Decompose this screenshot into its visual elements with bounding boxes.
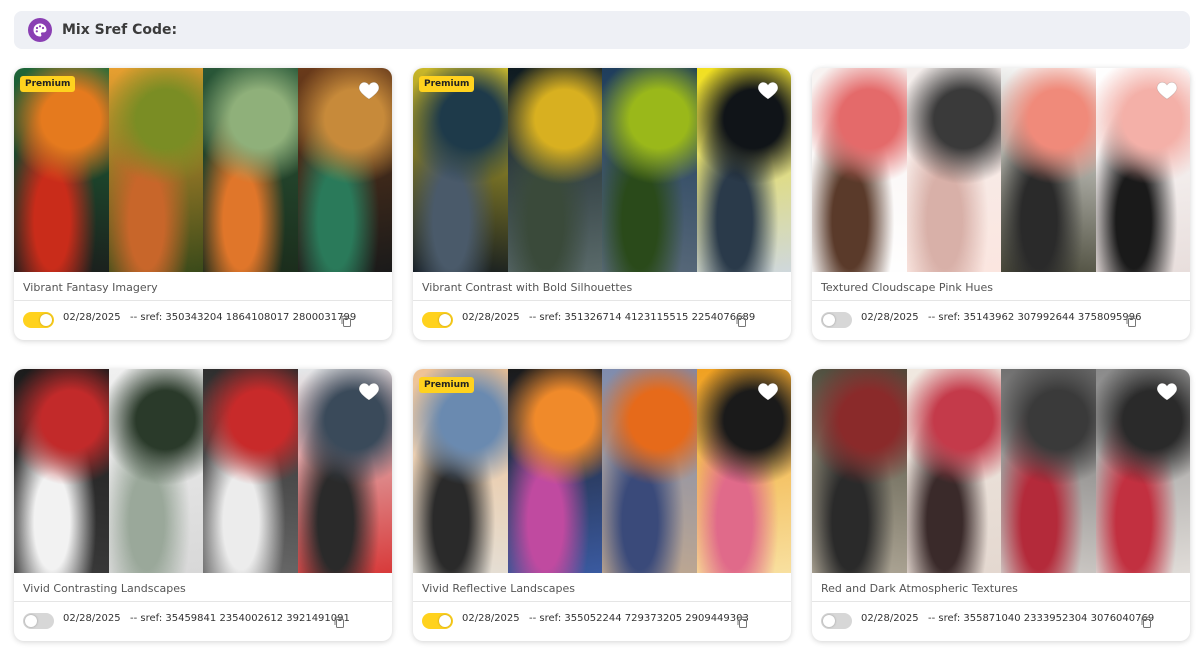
mix-toggle[interactable]: [422, 312, 453, 328]
preview-image[interactable]: [507, 369, 602, 573]
sref-code: -- sref: 35143962 307992644 3758095996: [928, 312, 1142, 323]
sref-code: -- sref: 355871040 2333952304 3076040769: [928, 613, 1155, 624]
image-grid[interactable]: [413, 369, 791, 573]
preview-image[interactable]: [203, 68, 298, 272]
card-title: Vivid Contrasting Landscapes: [23, 582, 186, 595]
image-grid[interactable]: [812, 369, 1190, 573]
page-title: Mix Sref Code:: [62, 22, 178, 38]
premium-badge: Premium: [419, 377, 475, 393]
sref-card[interactable]: Textured Cloudscape Pink Hues 02/28/2025-…: [812, 68, 1190, 340]
preview-image[interactable]: [14, 369, 109, 573]
toggle-knob: [439, 314, 451, 326]
toggle-knob: [439, 615, 451, 627]
premium-badge: Premium: [20, 76, 76, 92]
preview-image[interactable]: [812, 369, 907, 573]
sref-card[interactable]: Premium Vibrant Fantasy Imagery 02/28/2025…: [14, 68, 392, 340]
preview-image[interactable]: [1001, 68, 1096, 272]
copy-icon[interactable]: [735, 313, 747, 327]
sref-code: -- sref: 355052244 729373205 2909449303: [529, 613, 749, 624]
toggle-knob: [823, 314, 835, 326]
image-grid[interactable]: [14, 369, 392, 573]
favorite-heart-icon[interactable]: [1156, 381, 1178, 401]
image-grid[interactable]: [14, 68, 392, 272]
card-date: 02/28/2025: [861, 312, 919, 323]
toggle-knob: [25, 615, 37, 627]
divider: [14, 601, 392, 602]
card-title: Red and Dark Atmospheric Textures: [821, 582, 1018, 595]
mix-toggle[interactable]: [422, 613, 453, 629]
divider: [413, 300, 791, 301]
copy-icon[interactable]: [1125, 313, 1137, 327]
copy-icon[interactable]: [736, 614, 748, 628]
image-grid[interactable]: [812, 68, 1190, 272]
divider: [812, 300, 1190, 301]
card-title: Textured Cloudscape Pink Hues: [821, 281, 993, 294]
favorite-heart-icon[interactable]: [358, 80, 380, 100]
sref-card[interactable]: Premium Vivid Reflective Landscapes 02/28/…: [413, 369, 791, 641]
card-date: 02/28/2025: [462, 613, 520, 624]
divider: [413, 601, 791, 602]
preview-image[interactable]: [1001, 369, 1096, 573]
card-date: 02/28/2025: [861, 613, 919, 624]
sref-card[interactable]: Red and Dark Atmospheric Textures 02/28/2…: [812, 369, 1190, 641]
preview-image[interactable]: [14, 68, 109, 272]
image-grid[interactable]: [413, 68, 791, 272]
mix-toggle[interactable]: [821, 613, 852, 629]
favorite-heart-icon[interactable]: [358, 381, 380, 401]
mix-toggle[interactable]: [23, 613, 54, 629]
palette-icon: [28, 18, 52, 42]
card-title: Vibrant Contrast with Bold Silhouettes: [422, 281, 633, 294]
preview-image[interactable]: [602, 68, 697, 272]
copy-icon[interactable]: [333, 614, 345, 628]
card-title: Vibrant Fantasy Imagery: [23, 281, 158, 294]
toggle-knob: [40, 314, 52, 326]
mix-toggle[interactable]: [821, 312, 852, 328]
copy-icon[interactable]: [1140, 614, 1152, 628]
card-date: 02/28/2025: [63, 613, 121, 624]
divider: [14, 300, 392, 301]
preview-image[interactable]: [108, 68, 203, 272]
preview-image[interactable]: [108, 369, 203, 573]
favorite-heart-icon[interactable]: [1156, 80, 1178, 100]
card-title: Vivid Reflective Landscapes: [422, 582, 576, 595]
toggle-knob: [823, 615, 835, 627]
favorite-heart-icon[interactable]: [757, 381, 779, 401]
preview-image[interactable]: [413, 369, 508, 573]
divider: [812, 601, 1190, 602]
card-date: 02/28/2025: [462, 312, 520, 323]
preview-image[interactable]: [507, 68, 602, 272]
sref-code: -- sref: 350343204 1864108017 2800031799: [130, 312, 357, 323]
copy-icon[interactable]: [340, 313, 352, 327]
mix-toggle[interactable]: [23, 312, 54, 328]
sref-card[interactable]: Premium Vibrant Contrast with Bold Silhou…: [413, 68, 791, 340]
sref-code: -- sref: 35459841 2354002612 3921491091: [130, 613, 350, 624]
favorite-heart-icon[interactable]: [757, 80, 779, 100]
card-date: 02/28/2025: [63, 312, 121, 323]
preview-image[interactable]: [413, 68, 508, 272]
preview-image[interactable]: [602, 369, 697, 573]
sref-card[interactable]: Vivid Contrasting Landscapes 02/28/2025 --…: [14, 369, 392, 641]
preview-image[interactable]: [906, 68, 1001, 272]
sref-code: -- sref: 351326714 4123115515 2254076689: [529, 312, 756, 323]
premium-badge: Premium: [419, 76, 475, 92]
preview-image[interactable]: [203, 369, 298, 573]
preview-image[interactable]: [812, 68, 907, 272]
preview-image[interactable]: [906, 369, 1001, 573]
mix-sref-header: Mix Sref Code:: [14, 11, 1190, 49]
